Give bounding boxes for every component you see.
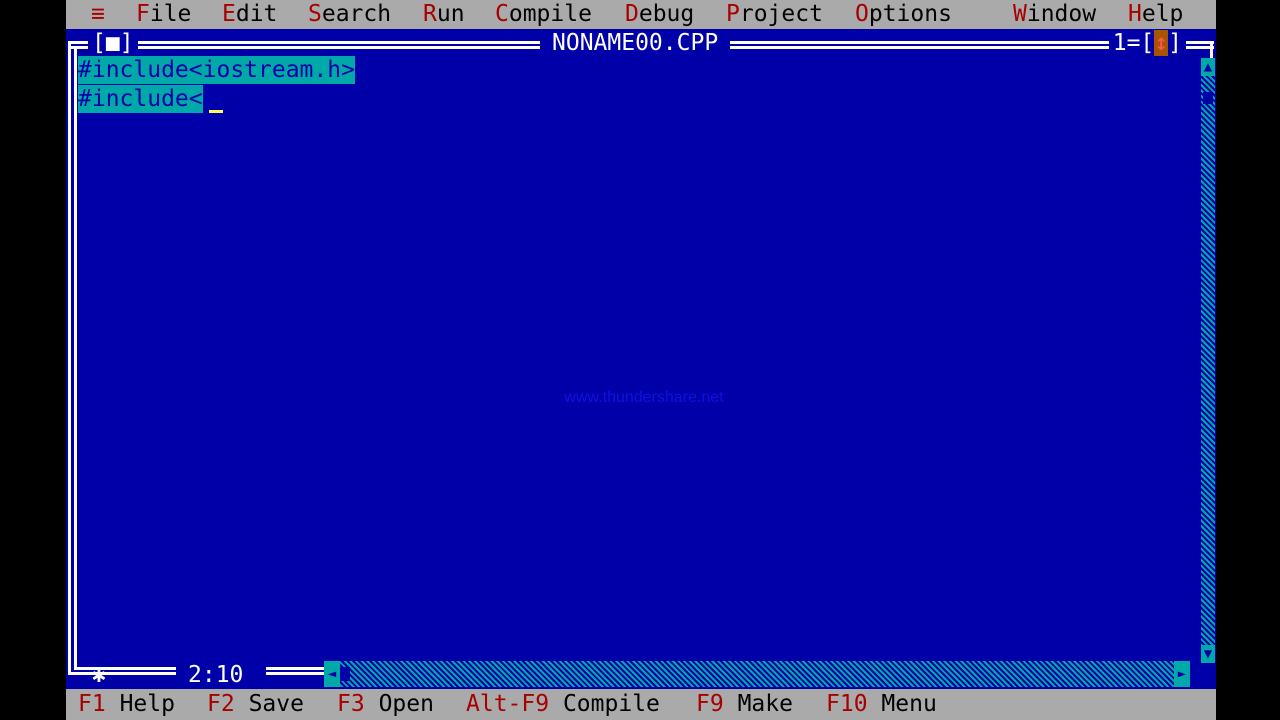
status-key: F3 xyxy=(337,691,365,717)
menu-search-label: earch xyxy=(321,1,392,27)
menu-file-label: ile xyxy=(149,1,192,27)
close-box-glyph: [■] xyxy=(92,30,134,56)
window-number-label: 1= xyxy=(1112,30,1141,56)
menu-debug-label: ebug xyxy=(638,1,695,27)
status-key: F1 xyxy=(78,691,106,717)
menu-run[interactable]: Run xyxy=(423,0,465,29)
watermark: www.thundershare.net xyxy=(564,389,724,406)
menu-file-hotkey: F xyxy=(136,1,150,27)
window-title: NONAME00.CPP xyxy=(540,29,731,57)
frame-bottom-inner-2 xyxy=(266,667,324,670)
scroll-up-arrow-icon[interactable]: ▲ xyxy=(1201,58,1215,76)
status-f1-help[interactable]: F1 Help xyxy=(78,689,175,720)
menu-project-label: roject xyxy=(739,1,823,27)
vertical-scrollbar[interactable]: ▲ ▼ xyxy=(1201,58,1215,663)
menu-help-label: elp xyxy=(1141,1,1184,27)
status-f9-make[interactable]: F9 Make xyxy=(696,689,793,720)
window-close-button[interactable]: [■] xyxy=(88,29,138,57)
status-label: Compile xyxy=(562,691,660,717)
code-line-2[interactable]: #include< xyxy=(78,85,203,113)
menu-debug[interactable]: Debug xyxy=(625,0,694,29)
menu-options[interactable]: Options xyxy=(855,0,952,29)
frame-left-inner xyxy=(74,46,77,670)
status-f2-save[interactable]: F2 Save xyxy=(207,689,304,720)
frame-bottom-inner xyxy=(74,667,178,670)
status-key: F10 xyxy=(826,691,868,717)
menu-edit-hotkey: E xyxy=(222,1,236,27)
status-key: F9 xyxy=(696,691,724,717)
editor-window: [■] NONAME00.CPP 1=[↕] #include<iostream… xyxy=(66,29,1216,689)
status-key: Alt-F9 xyxy=(466,691,550,717)
menu-project[interactable]: Project xyxy=(726,0,823,29)
window-number[interactable]: 1=[↕] xyxy=(1108,29,1186,57)
frame-bottom-outer-2 xyxy=(266,672,324,675)
zoom-icon[interactable]: ↕ xyxy=(1154,30,1169,56)
turbo-cpp-screen: ≡ File Edit Search Run Compile Debug Pro… xyxy=(66,0,1216,720)
menu-run-label: un xyxy=(436,1,465,27)
system-menu-icon[interactable]: ≡ xyxy=(91,0,105,29)
menu-window-label: indow xyxy=(1026,1,1097,27)
text-cursor xyxy=(209,110,223,113)
menu-file[interactable]: File xyxy=(136,0,191,29)
status-label: Save xyxy=(248,691,304,717)
horizontal-scrollbar[interactable]: ◄ ► xyxy=(324,661,1190,687)
frame-left-outer xyxy=(68,41,71,675)
frame-bottom-outer xyxy=(68,672,178,675)
status-f3-open[interactable]: F3 Open xyxy=(337,689,434,720)
status-label: Make xyxy=(737,691,793,717)
menu-options-hotkey: O xyxy=(855,1,869,27)
menu-window-hotkey: W xyxy=(1013,1,1027,27)
status-altf9-compile[interactable]: Alt-F9 Compile xyxy=(466,689,660,720)
status-bar: F1 Help F2 Save F3 Open Alt-F9 Compile F… xyxy=(66,689,1216,720)
scroll-down-arrow-icon[interactable]: ▼ xyxy=(1201,645,1215,663)
menu-compile-label: ompile xyxy=(508,1,592,27)
menu-edit[interactable]: Edit xyxy=(222,0,277,29)
menu-edit-label: dit xyxy=(235,1,278,27)
code-line-1[interactable]: #include<iostream.h> xyxy=(78,56,355,84)
menu-help[interactable]: Help xyxy=(1128,0,1183,29)
menu-run-hotkey: R xyxy=(423,1,437,27)
menu-debug-hotkey: D xyxy=(625,1,639,27)
menu-project-hotkey: P xyxy=(726,1,740,27)
menu-bar: ≡ File Edit Search Run Compile Debug Pro… xyxy=(66,0,1216,29)
status-label: Help xyxy=(119,691,175,717)
menu-compile[interactable]: Compile xyxy=(495,0,592,29)
menu-window[interactable]: Window xyxy=(1013,0,1096,29)
menu-compile-hotkey: C xyxy=(495,1,509,27)
modified-indicator-icon: ✱ xyxy=(92,662,106,688)
menu-search-hotkey: S xyxy=(308,1,322,27)
scroll-left-arrow-icon[interactable]: ◄ xyxy=(324,661,340,687)
vertical-scroll-thumb[interactable] xyxy=(1203,92,1213,104)
menu-help-hotkey: H xyxy=(1128,1,1142,27)
status-label: Open xyxy=(378,691,434,717)
cursor-position: 2:10 xyxy=(176,661,256,689)
status-key: F2 xyxy=(207,691,235,717)
horizontal-scroll-thumb[interactable] xyxy=(340,667,350,681)
menu-search[interactable]: Search xyxy=(308,0,391,29)
status-label: Menu xyxy=(881,691,937,717)
scroll-right-arrow-icon[interactable]: ► xyxy=(1174,661,1190,687)
status-f10-menu[interactable]: F10 Menu xyxy=(826,689,937,720)
menu-options-label: ptions xyxy=(868,1,952,27)
